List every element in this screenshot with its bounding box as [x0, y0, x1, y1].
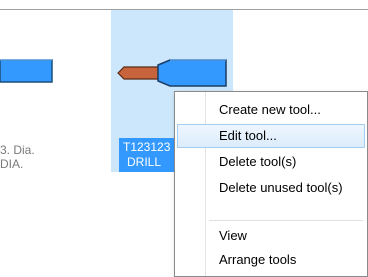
tool-left-label-line1: 3. Dia. [0, 143, 35, 157]
menu-item-delete-tool[interactable]: Delete tool(s) [177, 150, 365, 174]
menu-item-arrange-tools[interactable]: Arrange tools [177, 248, 365, 272]
selected-tool-label-line1: T123123 [123, 140, 171, 154]
menu-item-view[interactable]: View [177, 224, 365, 248]
drill-tool-icon [117, 59, 227, 87]
menu-item-create-new-tool[interactable]: Create new tool... [177, 98, 365, 122]
selected-tool-label: T123123 DRILL [119, 138, 175, 172]
context-menu: Create new tool... Edit tool... Delete t… [174, 91, 368, 277]
menu-item-delete-unused-tool[interactable]: Delete unused tool(s) [177, 176, 365, 200]
tool-left-icon [0, 59, 53, 83]
tool-item-left[interactable]: 3. Dia. DIA. [0, 10, 70, 171]
menu-item-edit-tool[interactable]: Edit tool... [177, 124, 365, 148]
tool-left-label-line2: DIA. [0, 157, 24, 171]
menu-separator [209, 220, 363, 221]
selected-tool-label-line2: DRILL [127, 155, 162, 169]
